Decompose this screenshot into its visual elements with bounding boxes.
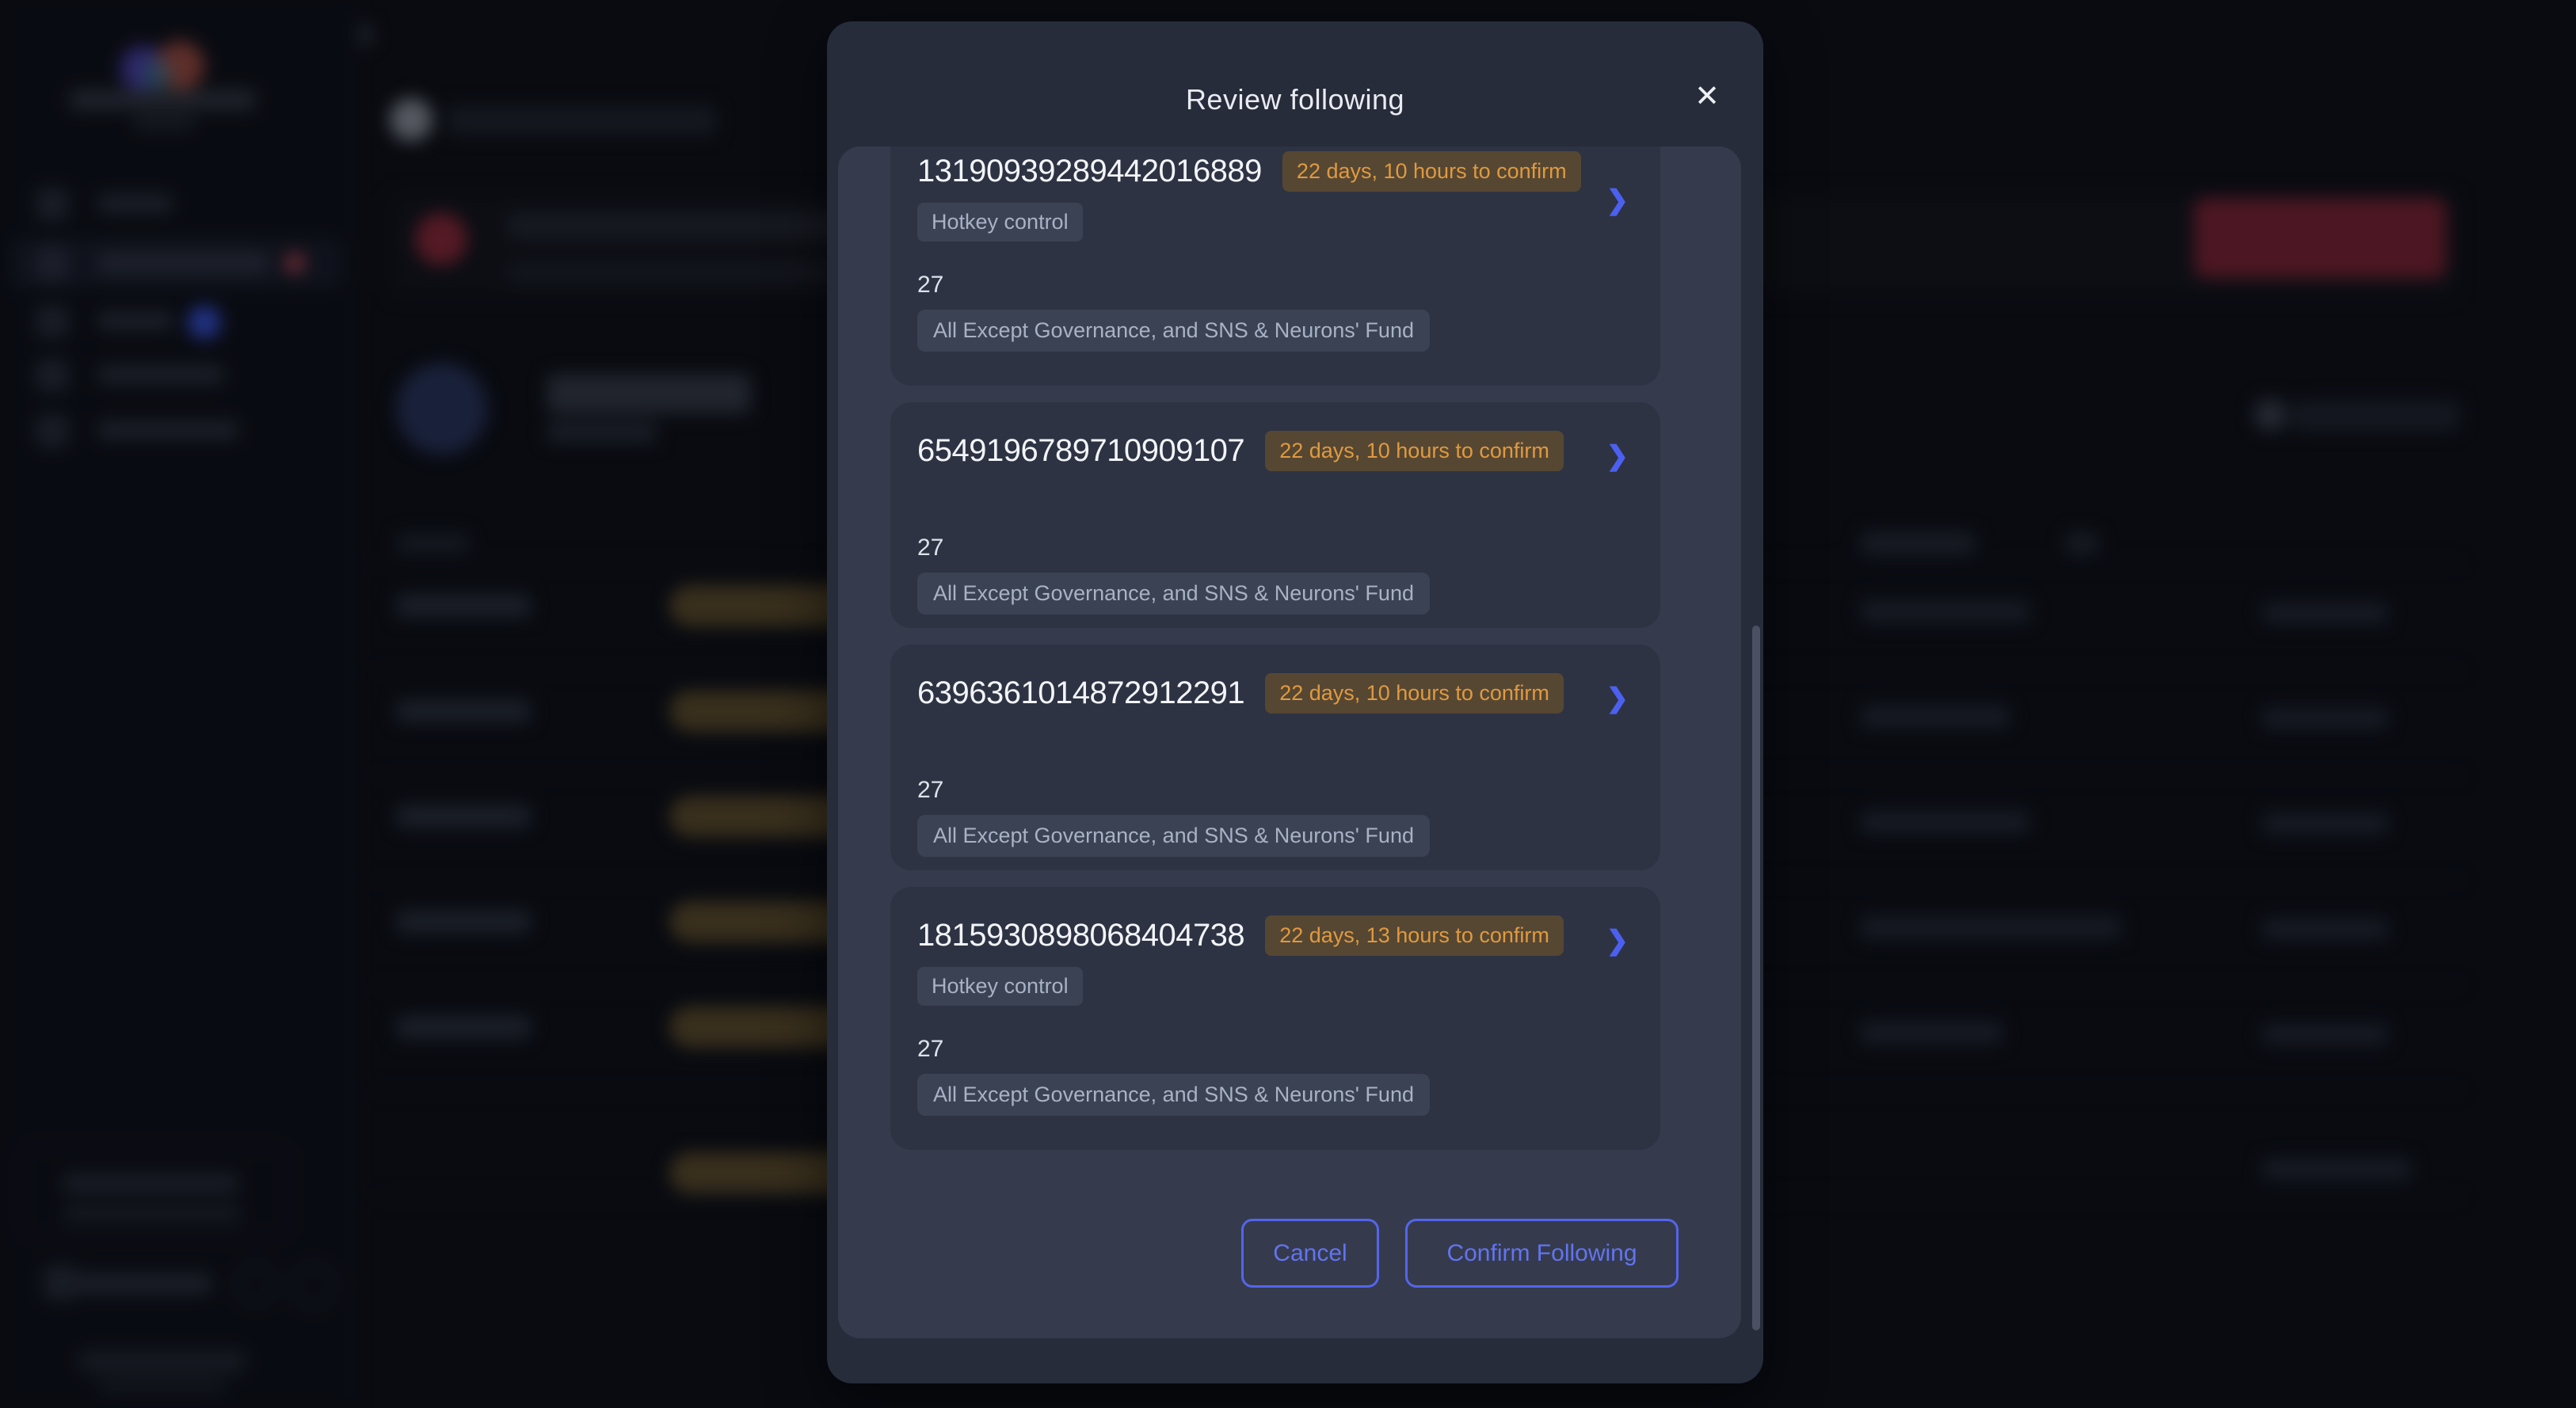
neuron-list-container: 13190939289442016889 22 days, 10 hours t…: [838, 147, 1741, 1338]
cancel-button[interactable]: Cancel: [1241, 1219, 1379, 1288]
close-icon[interactable]: ✕: [1688, 77, 1726, 115]
topics-pill: All Except Governance, and SNS & Neurons…: [917, 1074, 1430, 1116]
neuron-card[interactable]: 13190939289442016889 22 days, 10 hours t…: [890, 147, 1660, 386]
confirm-deadline-badge: 22 days, 10 hours to confirm: [1265, 431, 1564, 471]
modal-title: Review following: [827, 83, 1763, 116]
confirm-deadline-badge: 22 days, 10 hours to confirm: [1265, 673, 1564, 714]
topics-pill: All Except Governance, and SNS & Neurons…: [917, 815, 1430, 857]
modal-footer: Cancel Confirm Following: [827, 1219, 1763, 1288]
chevron-right-icon: ❯: [1606, 683, 1629, 714]
chevron-right-icon: ❯: [1606, 925, 1629, 957]
hotkey-control-tag: Hotkey control: [917, 203, 1083, 242]
neuron-card[interactable]: 6549196789710909107 22 days, 10 hours to…: [890, 402, 1660, 628]
topic-count: 27: [917, 1036, 1633, 1063]
screen: Review following ✕ 13190939289442016889 …: [0, 0, 2576, 1408]
neuron-card[interactable]: 1815930898068404738 22 days, 13 hours to…: [890, 887, 1660, 1150]
hotkey-control-tag: Hotkey control: [917, 967, 1083, 1006]
topic-count: 27: [917, 777, 1633, 804]
neuron-card[interactable]: 6396361014872912291 22 days, 10 hours to…: [890, 645, 1660, 870]
topics-pill: All Except Governance, and SNS & Neurons…: [917, 310, 1430, 352]
chevron-right-icon: ❯: [1606, 440, 1629, 472]
confirm-deadline-badge: 22 days, 10 hours to confirm: [1282, 151, 1581, 192]
topic-count: 27: [917, 535, 1633, 561]
review-following-modal: Review following ✕ 13190939289442016889 …: [827, 21, 1763, 1383]
neuron-id: 13190939289442016889: [917, 154, 1262, 189]
confirm-deadline-badge: 22 days, 13 hours to confirm: [1265, 915, 1564, 956]
topic-count: 27: [917, 272, 1633, 299]
neuron-id: 1815930898068404738: [917, 918, 1244, 953]
chevron-right-icon: ❯: [1606, 185, 1629, 216]
topics-pill: All Except Governance, and SNS & Neurons…: [917, 573, 1430, 615]
neuron-id: 6549196789710909107: [917, 433, 1244, 469]
confirm-following-button[interactable]: Confirm Following: [1405, 1219, 1679, 1288]
neuron-id: 6396361014872912291: [917, 675, 1244, 711]
